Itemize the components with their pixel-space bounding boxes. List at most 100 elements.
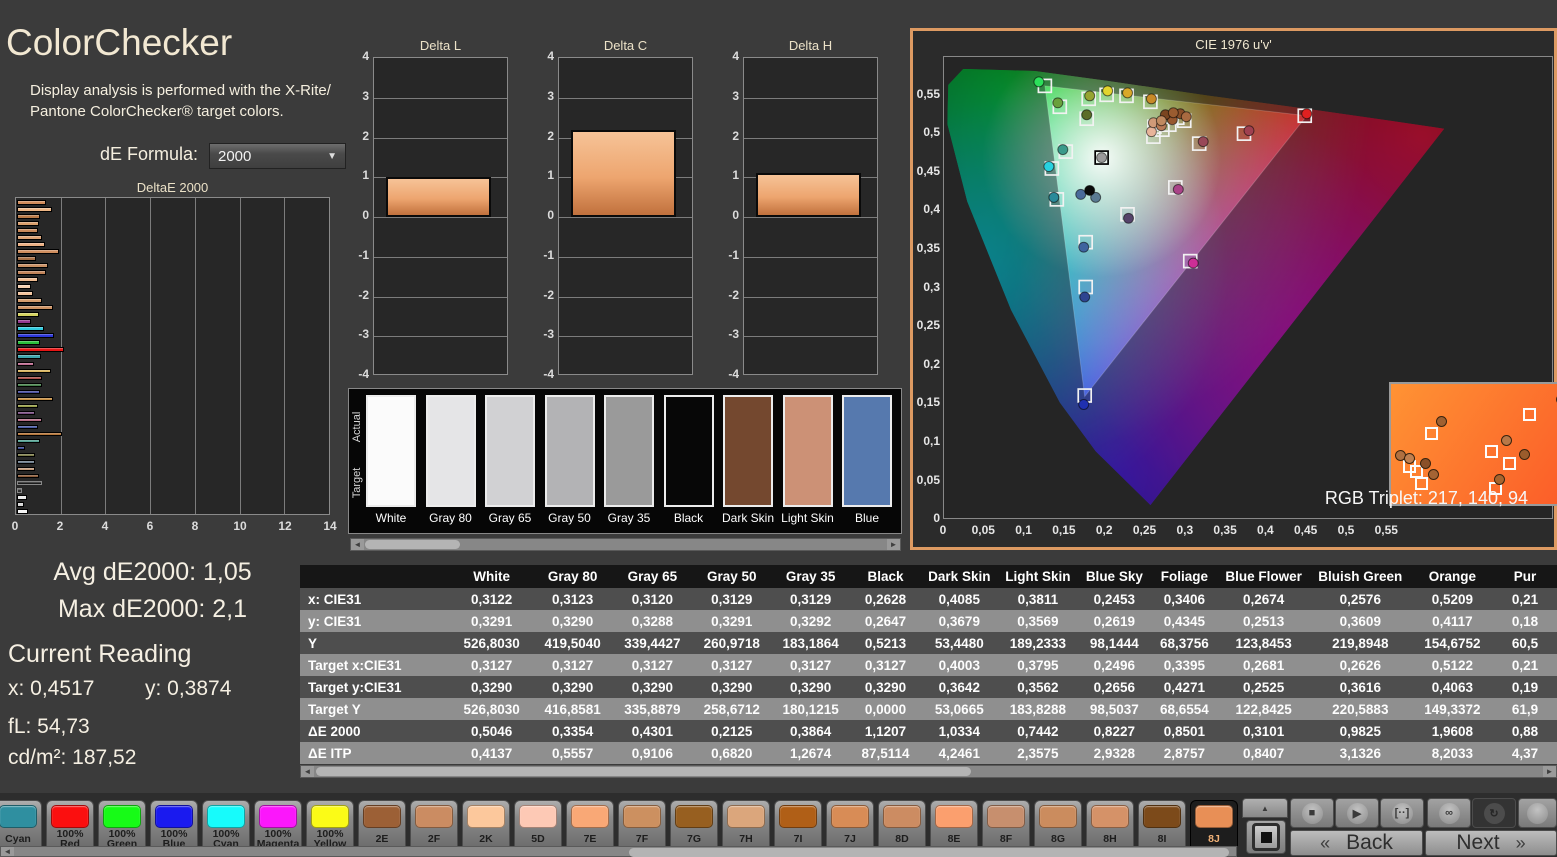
patch-tab-100red[interactable]: 100% Red (46, 800, 94, 849)
deltae-bar (17, 466, 35, 472)
patch-tab-8h[interactable]: 8H (1086, 800, 1134, 846)
scroll-right-arrow[interactable]: ► (1543, 766, 1556, 777)
measured-dot-marker (1075, 188, 1087, 200)
patch-tab-2e[interactable]: 2E (358, 800, 406, 846)
measured-dot-marker (1123, 212, 1134, 224)
swatch-strip-scrollbar[interactable]: ◄ ► (350, 538, 901, 551)
toolbar-scrollbar[interactable]: ◄ (0, 846, 1237, 857)
cie-title: CIE 1976 u'v' (1195, 37, 1272, 52)
stop-button[interactable]: ■ (1290, 798, 1334, 828)
table-row: y: CIE31 0,3291 0,3290 0,3288 0,3291 0,3292 0,… (300, 610, 1557, 632)
axis-tick-label: 4 (547, 49, 554, 63)
scroll-left-arrow[interactable]: ◄ (351, 539, 364, 550)
measured-dot-marker (1187, 257, 1199, 269)
table-cell: 0,3290 (551, 613, 594, 629)
table-column-header: Pur (1493, 565, 1557, 588)
patch-tab-7h[interactable]: 7H (722, 800, 770, 846)
measured-dot-marker (1155, 115, 1167, 127)
patch-tab-100blue[interactable]: 100% Blue (150, 800, 198, 849)
patch-swatch-label: Gray 50 (548, 511, 591, 525)
table-cell: 0,88 (1511, 723, 1539, 739)
deltae-chart (15, 197, 330, 515)
cie-diagram-panel: CIE 1976 u'v' RGB Triplet: 217, 140, 94 … (910, 28, 1557, 550)
table-cell: 0,3123 (551, 591, 594, 607)
next-button[interactable]: Next » (1425, 830, 1557, 856)
inset-target-square (1425, 427, 1438, 440)
de-formula-select[interactable]: 2000 ▼ (209, 143, 346, 169)
cie-x-tick-label: 0,05 (971, 523, 995, 537)
scroll-left-arrow[interactable]: ◄ (301, 766, 314, 777)
cie-y-tick-label: 0,4 (923, 202, 940, 217)
play-button[interactable]: ▶ (1335, 798, 1379, 828)
patch-tab-7f[interactable]: 7F (618, 800, 666, 846)
scroll-left-arrow[interactable]: ◄ (1, 847, 14, 856)
infinity-button[interactable]: ∞ (1427, 798, 1471, 828)
refresh-button[interactable]: ↻ (1472, 798, 1516, 828)
table-cell: 0,4085 (938, 591, 980, 607)
patch-tab-8g[interactable]: 8G (1034, 800, 1082, 846)
patch-tab-100green[interactable]: 100% Green (98, 800, 146, 849)
table-cell: 526,8030 (463, 635, 520, 651)
patch-tab-8e[interactable]: 8E (930, 800, 978, 846)
back-button[interactable]: « Back (1290, 830, 1423, 856)
scroll-right-arrow[interactable]: ► (887, 539, 900, 550)
toolbar-pattern-window-button[interactable] (1246, 820, 1286, 854)
table-column-header: Blue Sky (1078, 565, 1151, 588)
patch-color-chip (727, 805, 765, 828)
scroll-thumb[interactable] (629, 848, 1229, 857)
table-cell: 0,3101 (1242, 723, 1285, 739)
table-cell: 0,2656 (1093, 679, 1135, 695)
table-cell: 0,3795 (1017, 657, 1059, 673)
table-cell: 1,9608 (1431, 723, 1474, 739)
gridline (374, 97, 507, 99)
axis-tick-label: -3 (358, 327, 369, 342)
blank-button[interactable] (1518, 798, 1557, 828)
table-cell: 0,8407 (1242, 745, 1285, 761)
patch-tab-7e[interactable]: 7E (566, 800, 614, 846)
patch-tab-7j[interactable]: 7J (826, 800, 874, 846)
patch-tab-8f[interactable]: 8F (982, 800, 1030, 846)
table-cell: 154,6752 (1424, 635, 1481, 651)
scroll-thumb[interactable] (316, 767, 971, 776)
patch-tab-2f[interactable]: 2F (410, 800, 458, 846)
table-cell: 0,19 (1511, 679, 1539, 695)
patch-tab-5d[interactable]: 5D (514, 800, 562, 846)
cie-x-tick-label: 0,25 (1132, 523, 1157, 537)
toolbar-up-button[interactable]: ▲ (1242, 798, 1288, 818)
patch-tab-8d[interactable]: 8D (878, 800, 926, 846)
deltae-bar (17, 375, 42, 381)
table-cell: 0,3290 (631, 679, 674, 695)
table-cell: 60,5 (1511, 635, 1539, 651)
cie-x-tick-label: 0,45 (1294, 523, 1318, 537)
table-cell: 98,5037 (1089, 701, 1139, 717)
table-row: Target Y 526,8030 416,8581 335,8879 258,6712… (300, 698, 1557, 720)
patch-tab-7g[interactable]: 7G (670, 800, 718, 846)
table-column-header: Gray 35 (771, 565, 851, 588)
table-cell: 0,2626 (1339, 657, 1381, 673)
patch-swatch (723, 395, 773, 507)
table-cell: 526,8030 (463, 701, 520, 717)
table-scrollbar[interactable]: ◄ ► (300, 765, 1557, 778)
patch-tab-8i[interactable]: 8I (1138, 800, 1186, 846)
bracket-dots-button[interactable]: [··] (1380, 798, 1424, 828)
patch-tab-100yellow[interactable]: 100% Yellow (306, 800, 354, 849)
up-arrow-icon: ▲ (1261, 803, 1269, 813)
table-cell: 0,21 (1511, 591, 1539, 607)
patch-tab-8j[interactable]: 8J (1190, 800, 1238, 846)
patch-tab-7i[interactable]: 7I (774, 800, 822, 846)
patch-tab-cyan[interactable]: Cyan (0, 800, 42, 846)
patch-color-chip (207, 805, 245, 828)
table-cell: 0,6820 (711, 745, 753, 761)
patch-swatch (366, 395, 416, 507)
delta-chart-title: Delta H (788, 38, 833, 53)
patch-tab-100magenta[interactable]: 100% Magenta (254, 800, 302, 849)
scroll-thumb[interactable] (365, 540, 460, 549)
patch-color-chip (883, 805, 921, 828)
patch-tab-100cyan[interactable]: 100% Cyan (202, 800, 250, 849)
page-description: Display analysis is performed with the X… (30, 82, 331, 120)
patch-color-chip (831, 805, 869, 828)
table-cell: 0,4003 (938, 657, 980, 673)
measured-dot-marker (1301, 108, 1313, 120)
measured-dot-marker (1180, 111, 1192, 123)
patch-tab-2k[interactable]: 2K (462, 800, 510, 846)
